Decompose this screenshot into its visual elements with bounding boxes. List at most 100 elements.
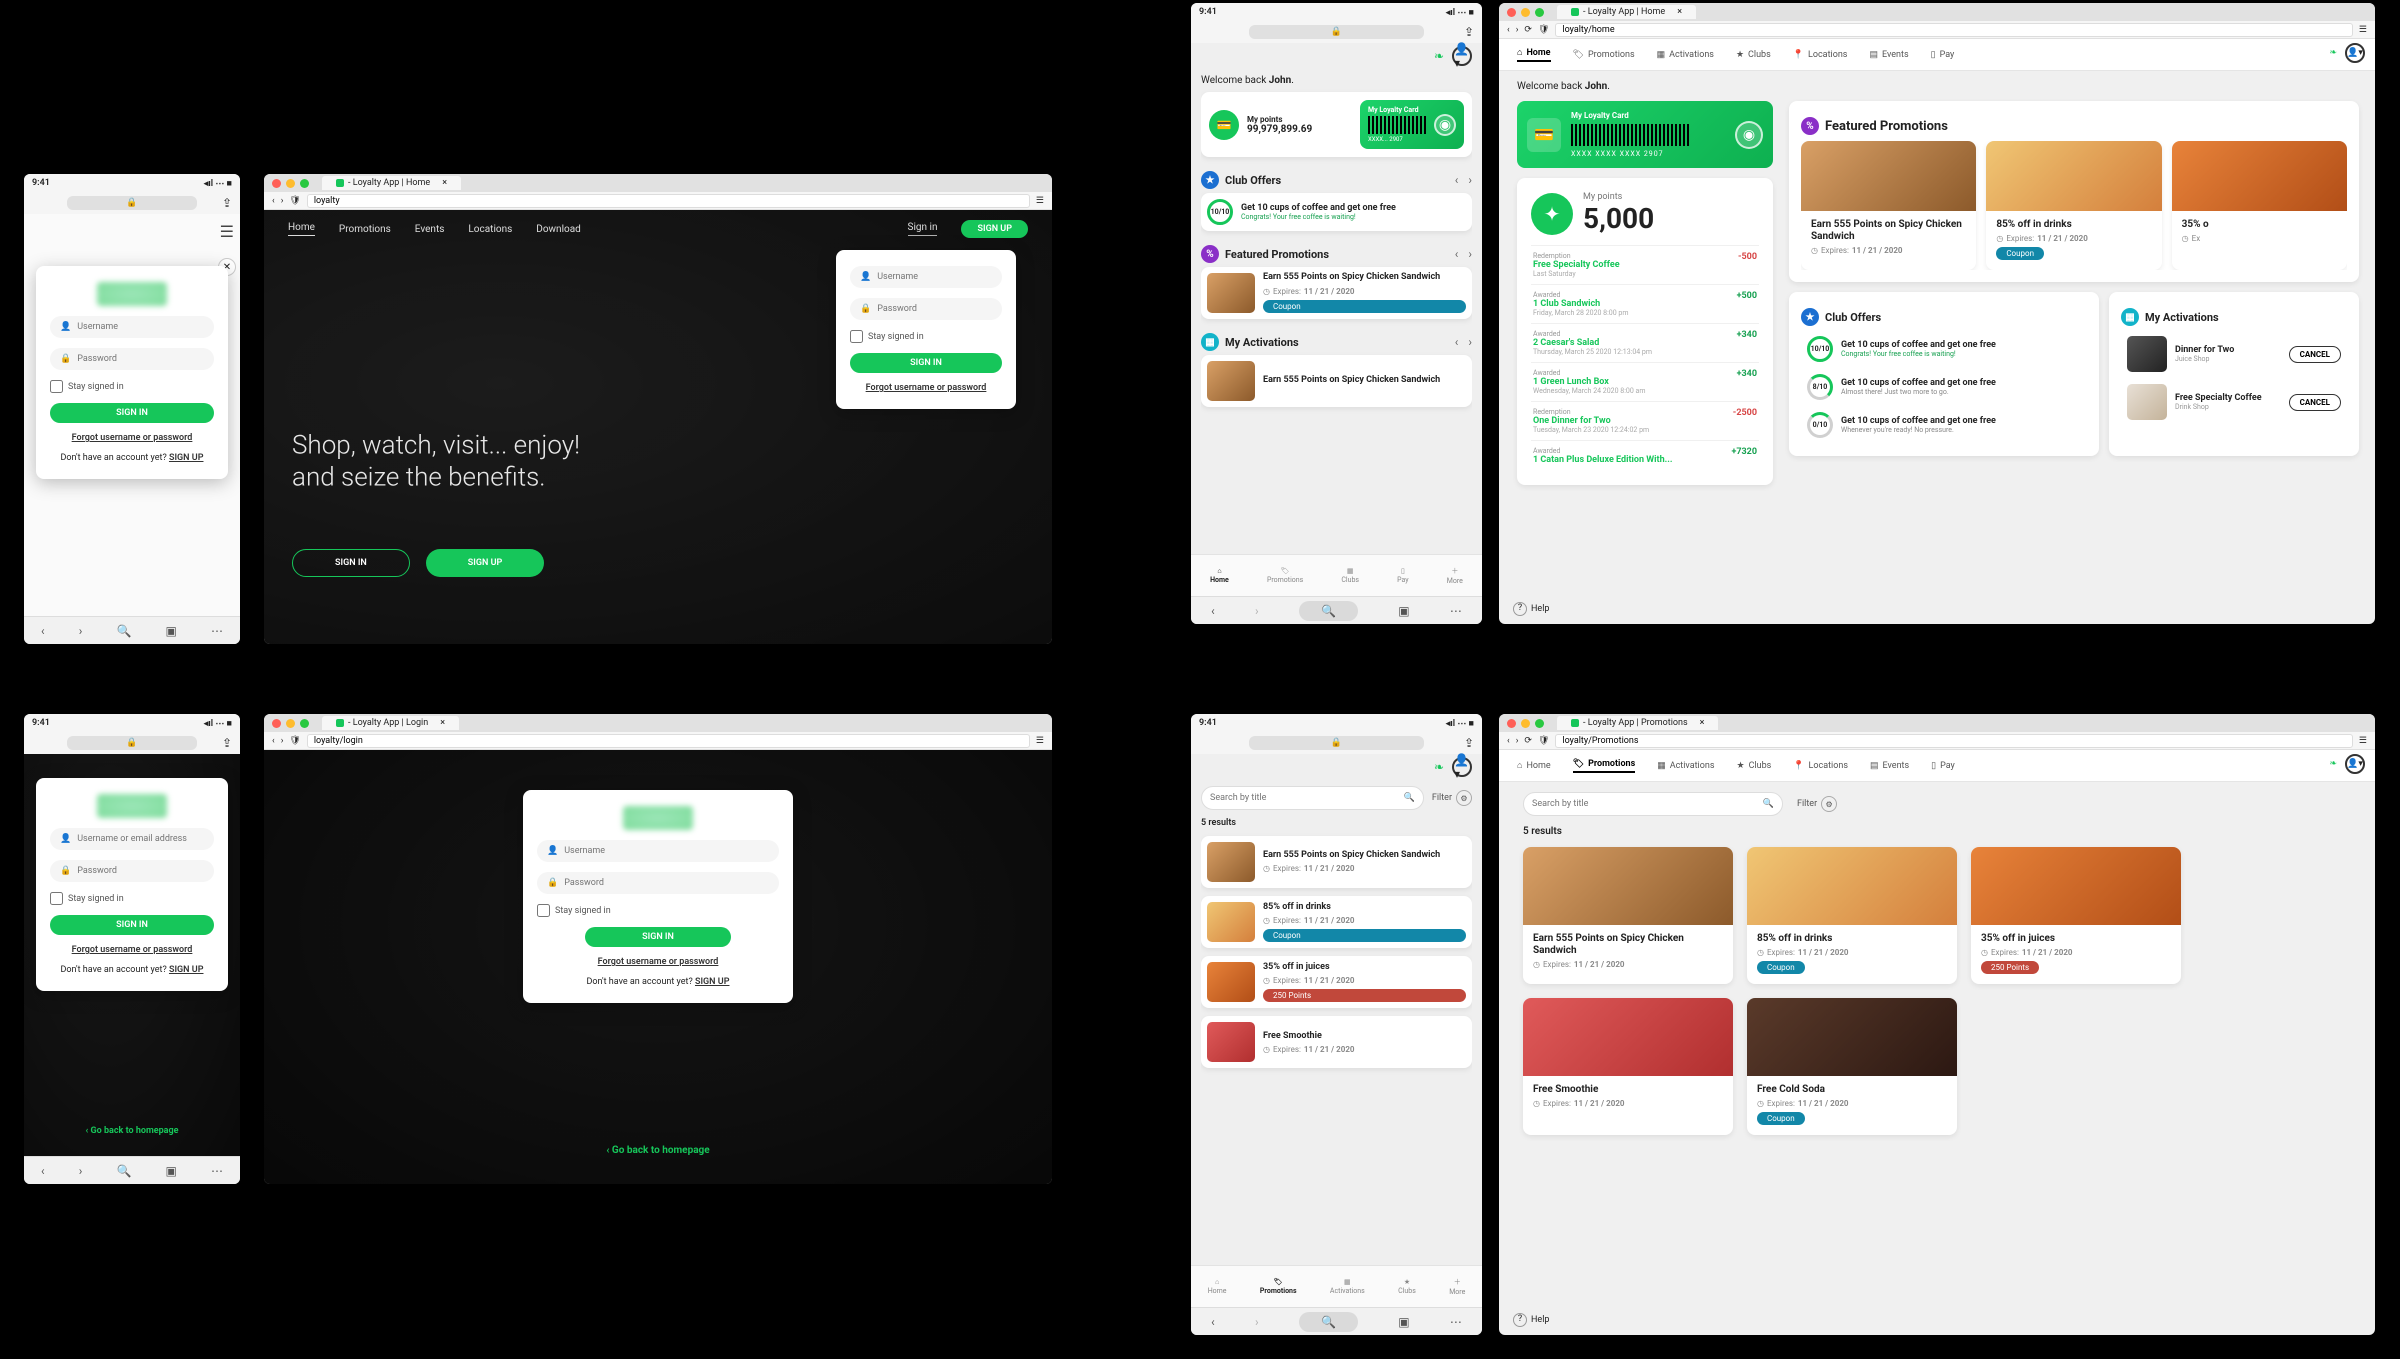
promo-tile[interactable]: 35% off in juices◷Expires: 11 / 21 / 202…	[1971, 847, 2181, 984]
promo-tile[interactable]: Earn 555 Points on Spicy Chicken Sandwic…	[1801, 141, 1976, 270]
search-icon[interactable]: 🔍	[1763, 799, 1774, 809]
username-input[interactable]	[77, 834, 204, 844]
promo-list-item[interactable]: 85% off in drinks◷Expires: 11 / 21 / 202…	[1201, 896, 1472, 948]
dnav-locations[interactable]: 📍Locations	[1793, 50, 1848, 60]
dnav-activations[interactable]: ▦Activations	[1657, 50, 1714, 60]
user-menu[interactable]: 👤▾	[2345, 43, 2365, 63]
tab-close-icon[interactable]: ×	[442, 178, 447, 188]
promo-list-item[interactable]: 35% off in juices◷Expires: 11 / 21 / 202…	[1201, 956, 1472, 1008]
fwd-icon[interactable]: ›	[79, 624, 83, 638]
next-icon[interactable]: ›	[1468, 247, 1472, 261]
signup-link[interactable]: SIGN UP	[169, 453, 204, 463]
traffic-max-icon[interactable]	[300, 179, 309, 188]
nav-promotions[interactable]: Promotions	[339, 224, 391, 235]
back-icon[interactable]: ‹	[1211, 604, 1215, 618]
browser-tab[interactable]: - Loyalty App | Login×	[322, 716, 459, 730]
username-input[interactable]	[77, 322, 204, 332]
reload-icon[interactable]: ⟳	[1524, 25, 1532, 35]
more-icon[interactable]: ⋯	[1450, 604, 1462, 618]
nav-back-icon[interactable]: ‹	[272, 196, 275, 206]
nav-back-icon[interactable]: ‹	[1507, 25, 1510, 35]
forgot-link[interactable]: Forgot username or password	[50, 433, 214, 443]
tab-more[interactable]: ＋More	[1449, 1277, 1465, 1296]
password-input[interactable]	[77, 866, 204, 876]
cancel-button[interactable]: CANCEL	[2289, 346, 2341, 363]
address-input[interactable]	[1555, 734, 2353, 748]
nav-fwd-icon[interactable]: ›	[281, 196, 284, 206]
dnav-locations[interactable]: 📍Locations	[1793, 761, 1848, 771]
share-icon[interactable]: ⇪	[222, 196, 232, 210]
search-icon[interactable]: 🔍	[1404, 793, 1415, 803]
tab-promotions[interactable]: 🏷Promotions	[1267, 567, 1303, 584]
fwd-icon[interactable]: ›	[1255, 604, 1259, 618]
promo-tile[interactable]: 85% off in drinks◷Expires: 11 / 21 / 202…	[1986, 141, 2161, 270]
back-icon[interactable]: ‹	[1211, 1315, 1215, 1329]
nav-fwd-icon[interactable]: ›	[1516, 736, 1519, 746]
search-bar[interactable]: 🔍	[1201, 786, 1424, 810]
dnav-pay[interactable]: ▯Pay	[1931, 761, 1955, 771]
password-input[interactable]	[77, 354, 204, 364]
nav-locations[interactable]: Locations	[468, 224, 512, 235]
user-menu[interactable]: 👤▾	[1452, 757, 1472, 777]
dnav-clubs[interactable]: ★Clubs	[1736, 50, 1771, 60]
stay-signed-checkbox[interactable]	[850, 330, 863, 343]
traffic-close-icon[interactable]	[272, 179, 281, 188]
forgot-link[interactable]: Forgot username or password	[50, 945, 214, 955]
club-offer-item[interactable]: 0/10Get 10 cups of coffee and get one fr…	[1801, 406, 2087, 444]
ios-url-bar[interactable]: 🔒 ⇪	[24, 192, 240, 214]
search-icon[interactable]: 🔍	[1299, 601, 1358, 621]
more-icon[interactable]: ⋯	[211, 624, 223, 638]
username-field[interactable]: 👤	[850, 266, 1002, 288]
promo-list-item[interactable]: Earn 555 Points on Spicy Chicken Sandwic…	[1201, 836, 1472, 888]
menu-icon[interactable]: ☰	[2359, 25, 2367, 35]
tab-clubs[interactable]: ▦Clubs	[1341, 567, 1359, 584]
promo-item[interactable]: Earn 555 Points on Spicy Chicken Sandwic…	[1201, 267, 1472, 319]
stay-signed-row[interactable]: Stay signed in	[50, 380, 214, 393]
loyalty-card[interactable]: 💳 My Loyalty Card XXXX XXXX XXXX 2907 ◉	[1517, 101, 1773, 168]
stay-signed-checkbox[interactable]	[50, 380, 63, 393]
username-field[interactable]: 👤	[537, 840, 779, 862]
txn-row[interactable]: Awarded1 Green Lunch BoxWednesday, March…	[1531, 362, 1759, 401]
signin-button[interactable]: SIGN IN	[850, 353, 1002, 373]
back-icon[interactable]: ‹	[41, 624, 45, 638]
username-field[interactable]: 👤	[50, 828, 214, 850]
dnav-events[interactable]: ▤Events	[1870, 761, 1909, 771]
search-input[interactable]	[1210, 793, 1398, 803]
txn-row[interactable]: RedemptionOne Dinner for TwoTuesday, Mar…	[1531, 401, 1759, 440]
browser-tab[interactable]: - Loyalty App | Home×	[1557, 5, 1696, 19]
ios-url-bar[interactable]: 🔒 ⇪	[1191, 21, 1482, 43]
more-icon[interactable]: ⋯	[211, 1164, 223, 1178]
address-input[interactable]	[307, 734, 1030, 748]
reload-icon[interactable]: ⟳	[1524, 736, 1532, 746]
signin-button[interactable]: SIGN IN	[585, 927, 730, 947]
password-field[interactable]: 🔒	[50, 348, 214, 370]
prev-icon[interactable]: ‹	[1455, 335, 1459, 349]
stay-signed-row[interactable]: Stay signed in	[537, 904, 779, 917]
filter-button[interactable]: Filter⚙	[1432, 790, 1472, 806]
fwd-icon[interactable]: ›	[79, 1164, 83, 1178]
signup-link[interactable]: SIGN UP	[695, 977, 730, 987]
nav-back-icon[interactable]: ‹	[1507, 736, 1510, 746]
user-menu[interactable]: 👤▾	[2345, 754, 2365, 774]
address-input[interactable]	[307, 194, 1030, 208]
traffic-max-icon[interactable]	[1535, 719, 1544, 728]
traffic-min-icon[interactable]	[286, 179, 295, 188]
prev-icon[interactable]: ‹	[1455, 173, 1459, 187]
dnav-clubs[interactable]: ★Clubs	[1737, 761, 1772, 771]
stay-signed-row[interactable]: Stay signed in	[850, 330, 1002, 343]
tabs-icon[interactable]: ▣	[166, 1164, 177, 1178]
hero-signup-button[interactable]: SIGN UP	[426, 549, 545, 577]
stay-signed-row[interactable]: Stay signed in	[50, 892, 214, 905]
fwd-icon[interactable]: ›	[1255, 1315, 1259, 1329]
activation-item[interactable]: Earn 555 Points on Spicy Chicken Sandwic…	[1201, 355, 1472, 407]
search-icon[interactable]: 🔍	[116, 1164, 131, 1178]
tab-activations[interactable]: ▦Activations	[1330, 1278, 1365, 1295]
promo-tile[interactable]: 85% off in drinks◷Expires: 11 / 21 / 202…	[1747, 847, 1957, 984]
tab-close-icon[interactable]: ×	[1677, 7, 1682, 17]
menu-icon[interactable]: ☰	[1036, 736, 1044, 746]
tab-pay[interactable]: ▯Pay	[1397, 567, 1408, 584]
username-input[interactable]	[564, 846, 769, 856]
nav-fwd-icon[interactable]: ›	[1516, 25, 1519, 35]
nav-fwd-icon[interactable]: ›	[281, 736, 284, 746]
dnav-home[interactable]: ⌂Home	[1517, 760, 1551, 771]
